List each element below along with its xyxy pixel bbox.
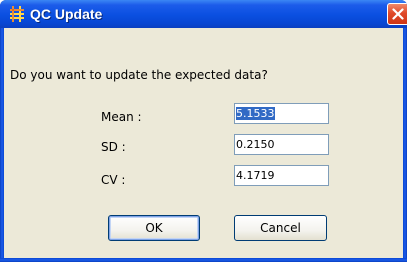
sd-field[interactable]: 0.2150 xyxy=(234,134,329,155)
cv-field[interactable]: 4.1719 xyxy=(234,165,329,186)
dialog-body: Do you want to update the expected data?… xyxy=(4,28,403,258)
cancel-button[interactable]: Cancel xyxy=(234,215,327,241)
cv-value: 4.1719 xyxy=(236,169,275,182)
prompt-text: Do you want to update the expected data? xyxy=(10,68,268,82)
qc-grid-icon xyxy=(8,5,26,23)
cv-label: CV : xyxy=(101,173,126,187)
sd-value: 0.2150 xyxy=(236,138,275,151)
sd-label: SD : xyxy=(101,140,126,154)
mean-field[interactable]: 5.1533 xyxy=(234,103,329,124)
ok-button[interactable]: OK xyxy=(108,215,200,241)
title-bar[interactable]: QC Update xyxy=(0,0,407,28)
close-button[interactable] xyxy=(387,3,407,25)
window-border-bottom xyxy=(0,258,407,262)
mean-label: Mean : xyxy=(101,110,142,124)
mean-value: 5.1533 xyxy=(236,107,275,120)
qc-update-dialog: QC Update Do you want to update the expe… xyxy=(0,0,407,262)
window-title: QC Update xyxy=(30,6,103,22)
window-border-right xyxy=(403,28,407,262)
